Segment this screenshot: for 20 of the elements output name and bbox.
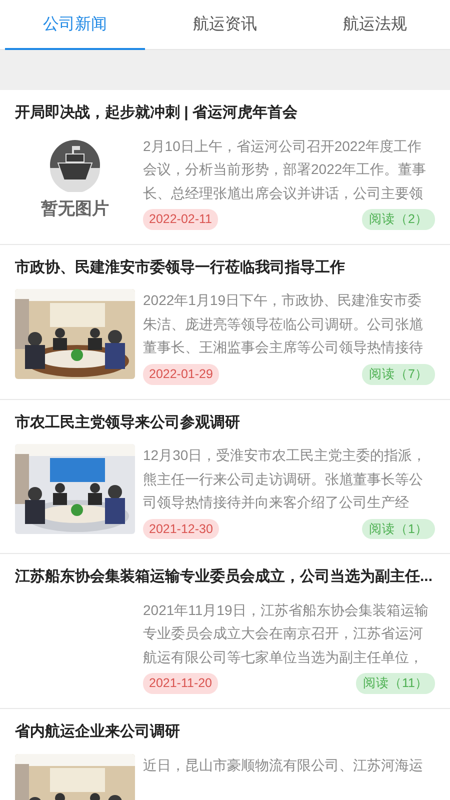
article-summary: 12月30日，受淮安市农工民主党主委的指派，熊主任一行来公司走访调研。张馗董事长等公司领导热情接待并向来客介绍了公司生产经 [143, 446, 428, 512]
date-badge: 2022-02-11 [143, 209, 218, 230]
article-summary: 2月10日上午，省运河公司召开2022年度工作会议，分析当前形势，部署2022年工作。董事长、总经理张馗出席会议并讲话，公司主要领 [143, 136, 428, 202]
date-badge: 2022-01-29 [143, 364, 219, 384]
read-count-badge: 阅读（2） [362, 209, 435, 230]
article-title: 市农工民主党领导来公司参观调研 [15, 412, 241, 432]
date-badge: 2021-11-20 [143, 673, 218, 694]
no-image-label: 暂无图片 [41, 198, 109, 220]
article-summary: 近日，昆山市豪顺物流有限公司、江苏河海运 [143, 756, 424, 774]
date-badge: 2021-12-30 [143, 518, 219, 540]
article-title: 省内航运企业来公司调研 [15, 722, 181, 742]
article-title: 市政协、民建淮安市委领导一行莅临我司指导工作 [15, 258, 346, 278]
read-count-badge: 阅读（7） [362, 364, 435, 384]
read-count-badge: 阅读（11） [356, 673, 435, 694]
read-count-badge: 阅读（1） [362, 518, 435, 540]
article-summary: 2022年1月19日下午，市政协、民建淮安市委朱洁、庞进亮等领导莅临公司调研。公司张馗董事长、王湘监事会主席等公司领导热情接待 [143, 291, 424, 358]
article-title: 开局即决战，起步就冲刺 | 省运河虎年首会 [15, 103, 299, 123]
article-title: 江苏船东协会集装箱运输专业委员会成立，公司当选为副主任... [15, 566, 434, 588]
ship-icon [48, 138, 102, 192]
article-summary: 2021年11月19日，江苏省船东协会集装箱运输专业委员会成立大会在南京召开，江苏省运河航运有限公司等七家单位当选为副主任单位， [143, 600, 430, 667]
